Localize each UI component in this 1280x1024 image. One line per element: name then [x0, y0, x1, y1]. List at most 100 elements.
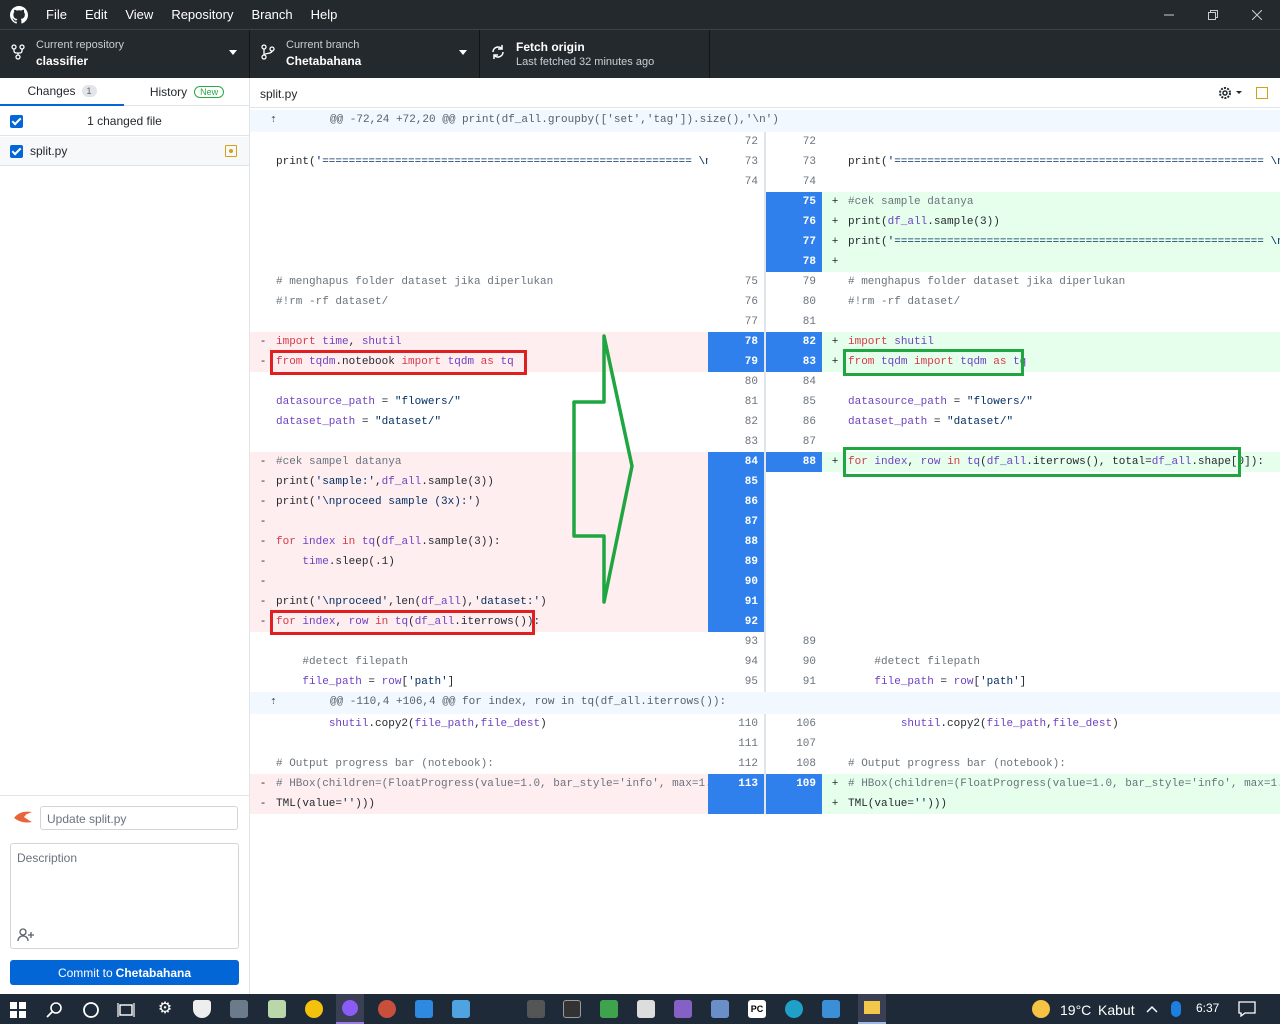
chevron-up-icon[interactable] [1146, 1004, 1158, 1014]
old-line-number[interactable]: 74 [708, 172, 764, 192]
new-line-number[interactable]: 84 [766, 372, 822, 392]
file-checkbox[interactable] [10, 145, 23, 158]
close-button[interactable] [1234, 0, 1280, 29]
expand-icon[interactable]: ⇡ [270, 110, 290, 130]
settings-gear-icon[interactable]: ⚙ [156, 1000, 174, 1018]
add-coauthor-icon[interactable] [17, 928, 35, 942]
app-icon[interactable] [305, 1000, 323, 1018]
pen-icon[interactable] [230, 1000, 248, 1018]
fetch-origin-button[interactable]: Fetch origin Last fetched 32 minutes ago [480, 30, 710, 78]
new-line-number[interactable]: 90 [766, 652, 822, 672]
new-line-number[interactable]: 88 [766, 452, 822, 472]
old-line-number[interactable] [708, 794, 764, 814]
old-line-number[interactable]: 90 [708, 572, 764, 592]
mail-icon[interactable] [415, 1000, 433, 1018]
old-line-number[interactable]: 85 [708, 472, 764, 492]
commit-summary-input[interactable]: Update split.py [40, 806, 238, 830]
old-line-number[interactable]: 86 [708, 492, 764, 512]
old-line-number[interactable]: 83 [708, 432, 764, 452]
app-icon[interactable] [822, 1000, 840, 1018]
bluetooth-icon[interactable] [1171, 1001, 1181, 1017]
new-line-number[interactable]: 83 [766, 352, 822, 372]
old-line-number[interactable]: 93 [708, 632, 764, 652]
new-line-number[interactable]: 81 [766, 312, 822, 332]
new-line-number[interactable] [766, 492, 822, 512]
old-line-number[interactable]: 111 [708, 734, 764, 754]
app-icon[interactable] [378, 1000, 396, 1018]
new-line-number[interactable]: 86 [766, 412, 822, 432]
app-icon[interactable] [268, 1000, 286, 1018]
new-line-number[interactable]: 108 [766, 754, 822, 774]
new-line-number[interactable] [766, 794, 822, 814]
old-line-number[interactable]: 77 [708, 312, 764, 332]
gear-icon[interactable] [1216, 84, 1244, 102]
commit-description-input[interactable]: Description [10, 843, 239, 949]
old-line-number[interactable]: 79 [708, 352, 764, 372]
new-line-number[interactable]: 72 [766, 132, 822, 152]
old-line-number[interactable]: 91 [708, 592, 764, 612]
old-line-number[interactable]: 88 [708, 532, 764, 552]
search-icon[interactable] [46, 1001, 64, 1019]
file-list-item[interactable]: split.py [0, 137, 249, 166]
cortana-icon[interactable] [82, 1001, 100, 1019]
new-line-number[interactable] [766, 532, 822, 552]
github-desktop-taskbar-icon[interactable] [336, 994, 364, 1024]
old-line-number[interactable]: 72 [708, 132, 764, 152]
security-shield-icon[interactable] [193, 1000, 211, 1018]
visual-studio-icon[interactable] [674, 1000, 692, 1018]
restore-button[interactable] [1190, 0, 1236, 29]
new-line-number[interactable]: 75 [766, 192, 822, 212]
new-line-number[interactable] [766, 592, 822, 612]
menu-repository[interactable]: Repository [162, 0, 242, 29]
menu-file[interactable]: File [37, 0, 76, 29]
app-icon[interactable] [600, 1000, 618, 1018]
old-line-number[interactable] [708, 252, 764, 272]
old-line-number[interactable]: 92 [708, 612, 764, 632]
new-line-number[interactable]: 79 [766, 272, 822, 292]
new-line-number[interactable]: 77 [766, 232, 822, 252]
new-line-number[interactable]: 109 [766, 774, 822, 794]
old-line-number[interactable]: 112 [708, 754, 764, 774]
minimize-button[interactable] [1146, 0, 1192, 29]
tab-changes[interactable]: Changes 1 [0, 78, 124, 106]
current-repository-dropdown[interactable]: Current repository classifier [0, 30, 250, 78]
old-line-number[interactable]: 78 [708, 332, 764, 352]
old-line-number[interactable]: 75 [708, 272, 764, 292]
old-line-number[interactable]: 81 [708, 392, 764, 412]
menu-branch[interactable]: Branch [242, 0, 301, 29]
task-view-icon[interactable] [117, 1001, 135, 1019]
expand-icon[interactable]: ⇡ [270, 692, 290, 712]
select-all-checkbox[interactable] [10, 115, 23, 128]
new-line-number[interactable]: 91 [766, 672, 822, 692]
app-icon[interactable] [711, 1000, 729, 1018]
old-line-number[interactable] [708, 232, 764, 252]
new-line-number[interactable]: 85 [766, 392, 822, 412]
terminal-icon[interactable] [563, 1000, 581, 1018]
windows-start-icon[interactable] [10, 1002, 26, 1018]
edge-icon[interactable] [785, 1000, 803, 1018]
commit-button[interactable]: Commit to Chetabahana [10, 960, 239, 985]
old-line-number[interactable]: 80 [708, 372, 764, 392]
new-line-number[interactable]: 78 [766, 252, 822, 272]
old-line-number[interactable]: 87 [708, 512, 764, 532]
new-line-number[interactable]: 107 [766, 734, 822, 754]
new-line-number[interactable] [766, 512, 822, 532]
old-line-number[interactable]: 84 [708, 452, 764, 472]
clock[interactable]: 6:37 [1196, 1001, 1219, 1015]
new-line-number[interactable]: 74 [766, 172, 822, 192]
app-icon[interactable] [637, 1000, 655, 1018]
new-line-number[interactable]: 87 [766, 432, 822, 452]
old-line-number[interactable]: 76 [708, 292, 764, 312]
app-icon[interactable] [452, 1000, 470, 1018]
old-line-number[interactable] [708, 192, 764, 212]
notification-icon[interactable] [1238, 1001, 1256, 1017]
new-line-number[interactable]: 73 [766, 152, 822, 172]
old-line-number[interactable]: 110 [708, 714, 764, 734]
menu-edit[interactable]: Edit [76, 0, 116, 29]
new-line-number[interactable]: 76 [766, 212, 822, 232]
new-line-number[interactable] [766, 552, 822, 572]
old-line-number[interactable]: 94 [708, 652, 764, 672]
old-line-number[interactable]: 95 [708, 672, 764, 692]
old-line-number[interactable]: 73 [708, 152, 764, 172]
old-line-number[interactable]: 82 [708, 412, 764, 432]
